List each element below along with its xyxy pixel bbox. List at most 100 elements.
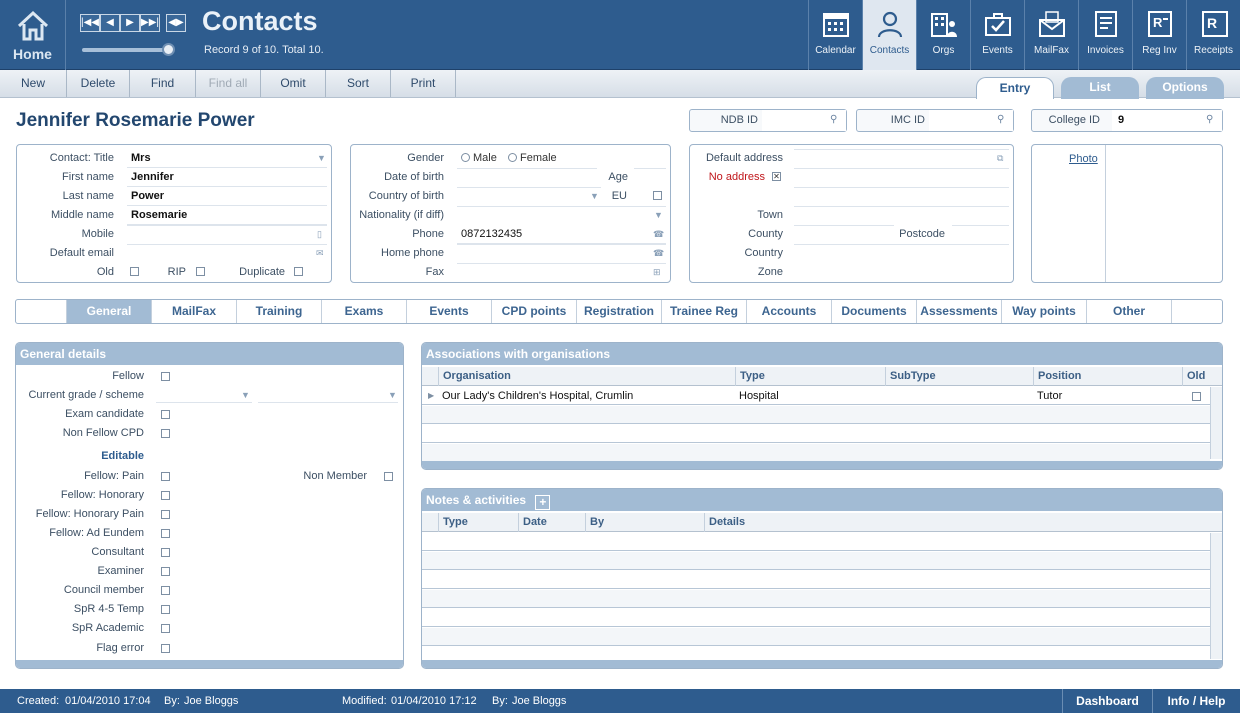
table-row[interactable] xyxy=(422,444,1210,462)
tab-trainee-reg[interactable]: Trainee Reg xyxy=(662,300,747,323)
envelope-icon[interactable]: ✉ xyxy=(316,244,324,262)
tab-events[interactable]: Events xyxy=(407,300,492,323)
chevron-down-icon[interactable]: ▼ xyxy=(590,187,599,205)
search-icon[interactable]: ⚲ xyxy=(1206,114,1216,126)
table-row[interactable] xyxy=(422,590,1210,608)
column-position[interactable]: Position xyxy=(1033,367,1182,386)
non-member-checkbox[interactable] xyxy=(384,472,393,481)
flag-error-checkbox[interactable] xyxy=(161,644,170,653)
eu-checkbox[interactable] xyxy=(653,191,662,200)
dashboard-button[interactable]: Dashboard xyxy=(1062,689,1152,713)
rip-checkbox[interactable] xyxy=(196,267,205,276)
table-row[interactable] xyxy=(422,628,1210,646)
phone-icon[interactable]: ☎ xyxy=(653,244,664,262)
last-name-field[interactable]: Power xyxy=(127,187,327,206)
tab-list[interactable]: List xyxy=(1061,77,1139,99)
copy-icon[interactable]: ⧉ xyxy=(997,149,1003,167)
table-row[interactable]: ▶ Our Lady's Children's Hospital, Crumli… xyxy=(422,387,1210,405)
new-button[interactable]: New xyxy=(0,70,67,97)
consultant-checkbox[interactable] xyxy=(161,548,170,557)
phone-icon[interactable]: ☎ xyxy=(653,225,664,243)
table-row[interactable] xyxy=(422,552,1210,570)
slider-knob[interactable] xyxy=(162,43,175,56)
mobile-phone-icon[interactable]: ▯ xyxy=(317,225,322,243)
column-details[interactable]: Details xyxy=(704,513,1210,532)
print-button[interactable]: Print xyxy=(391,70,456,97)
postcode-field[interactable] xyxy=(952,225,1009,226)
fellow-checkbox[interactable] xyxy=(161,372,170,381)
column-old[interactable]: Old xyxy=(1182,367,1210,386)
table-row[interactable] xyxy=(422,609,1210,627)
module-receipts[interactable]: R Receipts xyxy=(1186,0,1240,70)
last-record-button[interactable]: ▶▶| xyxy=(140,14,160,32)
tab-documents[interactable]: Documents xyxy=(832,300,917,323)
table-row[interactable] xyxy=(422,406,1210,424)
tab-registration[interactable]: Registration xyxy=(577,300,662,323)
next-record-button[interactable]: ▶ xyxy=(120,14,140,32)
column-by[interactable]: By xyxy=(585,513,704,532)
sort-button[interactable]: Sort xyxy=(326,70,391,97)
title-select[interactable]: Mrs xyxy=(127,149,327,168)
home-button[interactable]: Home xyxy=(0,0,66,70)
module-events[interactable]: Events xyxy=(970,0,1024,70)
tab-way-points[interactable]: Way points xyxy=(1002,300,1087,323)
search-icon[interactable]: ⚲ xyxy=(997,114,1007,126)
exam-candidate-checkbox[interactable] xyxy=(161,410,170,419)
chevron-down-icon[interactable]: ▼ xyxy=(317,149,326,167)
fellow-pain-checkbox[interactable] xyxy=(161,472,170,481)
tab-mailfax[interactable]: MailFax xyxy=(152,300,237,323)
no-address-checkbox[interactable]: ✕ xyxy=(772,172,781,181)
fax-field[interactable] xyxy=(457,263,666,264)
module-reg-inv[interactable]: R Reg Inv xyxy=(1132,0,1186,70)
column-type[interactable]: Type xyxy=(438,513,518,532)
column-organisation[interactable]: Organisation xyxy=(438,367,735,386)
address-line-1[interactable] xyxy=(794,168,1009,169)
tab-options[interactable]: Options xyxy=(1146,77,1224,99)
tab-entry[interactable]: Entry xyxy=(976,77,1054,99)
column-type[interactable]: Type xyxy=(735,367,885,386)
module-mailfax[interactable]: MailFax xyxy=(1024,0,1078,70)
chevron-down-icon[interactable]: ▼ xyxy=(654,206,663,224)
county-field[interactable] xyxy=(794,225,894,226)
omit-button[interactable]: Omit xyxy=(261,70,326,97)
nationality-select[interactable] xyxy=(457,206,666,207)
non-fellow-cpd-checkbox[interactable] xyxy=(161,429,170,438)
first-record-button[interactable]: |◀◀ xyxy=(80,14,100,32)
first-name-field[interactable]: Jennifer xyxy=(127,168,327,187)
table-row[interactable] xyxy=(422,425,1210,443)
associations-scrollbar[interactable] xyxy=(1210,387,1222,459)
country-of-birth-select[interactable] xyxy=(457,187,601,188)
photo-link[interactable]: Photo xyxy=(1069,153,1098,165)
tab-assessments[interactable]: Assessments xyxy=(917,300,1002,323)
scheme-select[interactable] xyxy=(258,402,398,403)
fellow-honorary-pain-checkbox[interactable] xyxy=(161,510,170,519)
fellow-ad-eundem-checkbox[interactable] xyxy=(161,529,170,538)
town-field[interactable] xyxy=(794,206,1009,207)
home-phone-field[interactable] xyxy=(457,244,666,245)
add-note-button[interactable]: + xyxy=(535,495,551,510)
chevron-down-icon[interactable]: ▼ xyxy=(388,390,397,400)
male-radio[interactable] xyxy=(461,153,470,162)
address-line-2[interactable] xyxy=(794,187,1009,188)
old-checkbox[interactable] xyxy=(130,267,139,276)
grade-select[interactable] xyxy=(156,402,252,403)
council-member-checkbox[interactable] xyxy=(161,586,170,595)
info-help-button[interactable]: Info / Help xyxy=(1152,689,1240,713)
expand-record-button[interactable]: ◀▶ xyxy=(166,14,186,32)
female-radio[interactable] xyxy=(508,153,517,162)
tab-cpd-points[interactable]: CPD points xyxy=(492,300,577,323)
search-icon[interactable]: ⚲ xyxy=(830,114,840,126)
fellow-honorary-checkbox[interactable] xyxy=(161,491,170,500)
mobile-field[interactable] xyxy=(127,225,327,226)
spr-academic-checkbox[interactable] xyxy=(161,624,170,633)
tab-training[interactable]: Training xyxy=(237,300,322,323)
country-field[interactable] xyxy=(794,244,1009,245)
module-invoices[interactable]: Invoices xyxy=(1078,0,1132,70)
notes-scrollbar[interactable] xyxy=(1210,533,1222,659)
delete-button[interactable]: Delete xyxy=(67,70,130,97)
record-slider[interactable] xyxy=(82,43,175,56)
duplicate-checkbox[interactable] xyxy=(294,267,303,276)
tab-accounts[interactable]: Accounts xyxy=(747,300,832,323)
middle-name-field[interactable]: Rosemarie xyxy=(127,206,327,225)
email-field[interactable] xyxy=(127,244,327,245)
